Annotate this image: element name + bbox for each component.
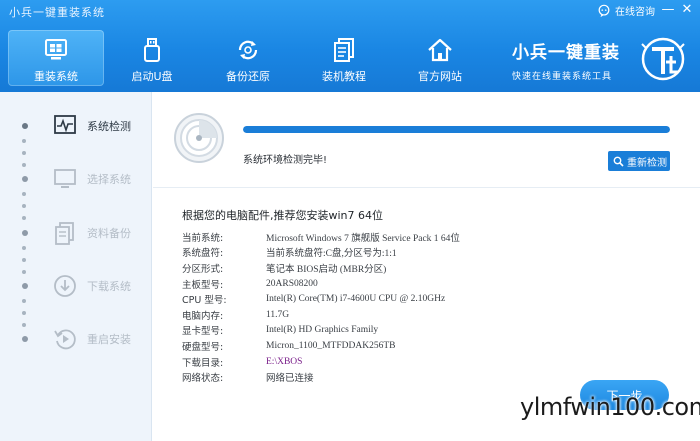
usb-icon (144, 38, 160, 62)
info-key: 分区形式: (182, 263, 224, 275)
info-key: CPU 型号: (182, 295, 227, 307)
recheck-label: 重新检测 (627, 157, 667, 169)
info-key: 硬盘型号: (182, 341, 224, 353)
nav-label-tutorial: 装机教程 (322, 70, 366, 83)
info-row-system-drive: 系统盘符: 当前系统盘符:C盘,分区号为:1:1 (182, 245, 460, 261)
close-button[interactable]: ✕ (679, 2, 695, 18)
info-value: Microsoft Windows 7 旗舰版 Service Pack 1 6… (266, 233, 460, 244)
check-panel: 系统环境检测完毕! 重新检测 (153, 92, 700, 188)
restart-icon (54, 329, 76, 350)
step-download-system: 下载系统 (0, 272, 152, 300)
step-dot (22, 283, 28, 289)
info-value: 网络已连接 (266, 374, 314, 385)
step-connector (22, 139, 26, 327)
info-key: 主板型号: (182, 279, 224, 291)
system-info-table: 当前系统: Microsoft Windows 7 旗舰版 Service Pa… (182, 229, 460, 385)
info-value: 11.7G (266, 309, 290, 320)
radar-scan-icon (174, 113, 224, 163)
refresh-icon (238, 40, 258, 60)
step-dot (22, 230, 28, 236)
step-system-check: 系统检测 (0, 112, 152, 140)
chat-bubble-icon (598, 4, 610, 17)
nav-item-tutorial[interactable]: 装机教程 (296, 30, 392, 86)
info-value: Intel(R) Core(TM) i7-4600U CPU @ 2.10GHz (266, 294, 446, 305)
info-row-motherboard: 主板型号: 20ARS08200 (182, 276, 460, 292)
nav-label-reinstall: 重装系统 (34, 70, 78, 83)
minimize-button[interactable]: — (660, 2, 676, 18)
desktop-icon (54, 169, 76, 188)
check-progress-bar (243, 126, 670, 133)
pulse-monitor-icon (54, 115, 76, 134)
nav-item-reinstall[interactable]: 重装系统 (8, 30, 104, 86)
document-icon (55, 222, 74, 245)
step-label-data-backup: 资料备份 (87, 227, 131, 240)
info-value: Intel(R) HD Graphics Family (266, 325, 379, 336)
info-value: 当前系统盘符:C盘,分区号为:1:1 (266, 249, 397, 260)
book-icon (334, 38, 354, 62)
step-select-system: 选择系统 (0, 165, 152, 193)
main-panel: 系统环境检测完毕! 重新检测 根据您的电脑配件,推荐您安装win7 64位 当前… (153, 92, 700, 441)
nav-label-usb: 启动U盘 (131, 70, 173, 83)
info-row-network: 网络状态: 网络已连接 (182, 369, 460, 385)
app-header: 小兵一键重装系统 在线咨询 — ✕ 重装系统 启动U盘 备份还原 装机教程 官方… (0, 0, 700, 92)
info-row-disk: 硬盘型号: Micron_1100_MTFDDAK256TB (182, 338, 460, 354)
info-key: 网络状态: (182, 373, 224, 385)
step-dot (22, 176, 28, 182)
step-label-system-check: 系统检测 (87, 120, 131, 133)
search-icon (613, 156, 624, 167)
main-nav: 重装系统 启动U盘 备份还原 装机教程 官方网站 (8, 30, 488, 86)
info-key: 显卡型号: (182, 326, 224, 338)
recommendation-heading: 根据您的电脑配件,推荐您安装win7 64位 (182, 209, 384, 222)
step-label-select-system: 选择系统 (87, 173, 131, 186)
recheck-button[interactable]: 重新检测 (608, 151, 670, 171)
online-consult-label: 在线咨询 (615, 7, 655, 18)
nav-item-website[interactable]: 官方网站 (392, 30, 488, 86)
monitor-icon (45, 39, 67, 60)
brand: 小兵一键重装 快速在线重装系统工具 (512, 38, 620, 82)
step-data-backup: 资料备份 (0, 219, 152, 247)
info-row-memory: 电脑内存: 11.7G (182, 307, 460, 323)
info-value: 笔记本 BIOS启动 (MBR分区) (266, 264, 387, 275)
nav-label-website: 官方网站 (418, 70, 462, 83)
nav-label-backup: 备份还原 (226, 70, 270, 83)
info-row-cpu: CPU 型号: Intel(R) Core(TM) i7-4600U CPU @… (182, 291, 460, 307)
info-key: 电脑内存: (182, 310, 224, 322)
nav-item-backup[interactable]: 备份还原 (200, 30, 296, 86)
info-row-partition-type: 分区形式: 笔记本 BIOS启动 (MBR分区) (182, 260, 460, 276)
step-restart-install: 重启安装 (0, 325, 152, 353)
info-value: Micron_1100_MTFDDAK256TB (266, 340, 396, 351)
brand-slogan: 快速在线重装系统工具 (512, 72, 613, 82)
brand-logo-icon (641, 37, 685, 81)
info-row-current-system: 当前系统: Microsoft Windows 7 旗舰版 Service Pa… (182, 229, 460, 245)
step-dot (22, 123, 28, 129)
app-title: 小兵一键重装系统 (9, 6, 105, 19)
home-icon (428, 38, 452, 62)
info-value: 20ARS08200 (266, 278, 318, 289)
download-icon (54, 275, 76, 297)
brand-name: 小兵一键重装 (512, 43, 620, 63)
step-label-restart-install: 重启安装 (87, 333, 131, 346)
info-key: 当前系统: (182, 232, 224, 244)
info-key: 下载目录: (182, 357, 224, 369)
step-dot (22, 336, 28, 342)
check-progress-fill (243, 126, 670, 133)
download-dir-value: E:\XBOS (266, 356, 303, 367)
step-label-download-system: 下载系统 (87, 280, 131, 293)
info-key: 系统盘符: (182, 248, 224, 260)
online-consult-button[interactable]: 在线咨询 (597, 3, 655, 18)
steps-sidebar: 系统检测 选择系统 资料备份 下载系统 重启安装 (0, 92, 152, 441)
site-watermark: ylmfwin100.com (520, 393, 700, 421)
info-row-graphics: 显卡型号: Intel(R) HD Graphics Family (182, 323, 460, 339)
nav-item-usb[interactable]: 启动U盘 (104, 30, 200, 86)
title-bar: 小兵一键重装系统 在线咨询 — ✕ (0, 0, 700, 22)
info-row-download-dir: 下载目录: E:\XBOS (182, 354, 460, 370)
check-status-text: 系统环境检测完毕! (243, 155, 328, 166)
